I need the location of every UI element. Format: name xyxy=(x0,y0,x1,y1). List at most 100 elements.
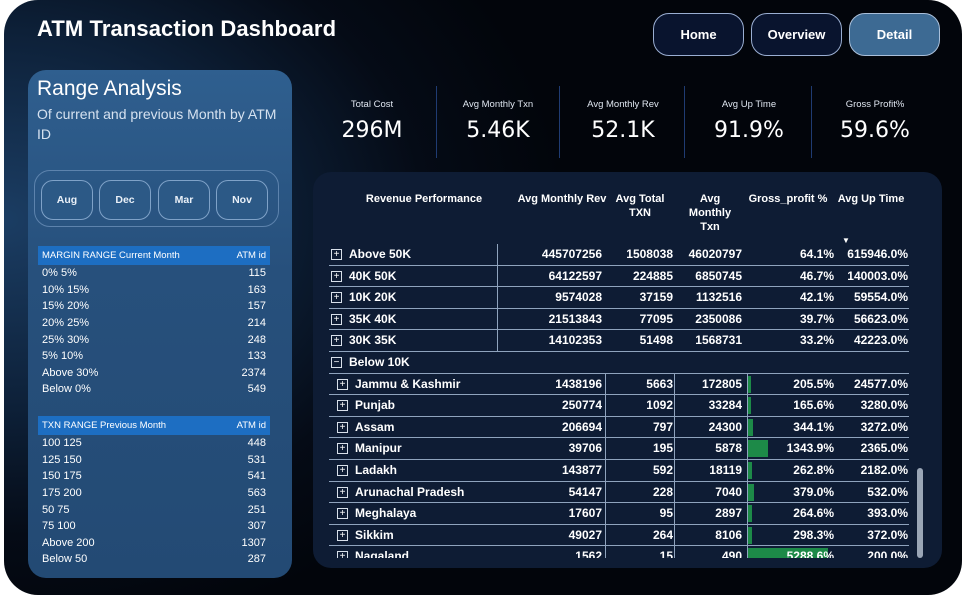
table-row[interactable]: + Ladakh 143877 592 18119 262.8% 2182.0% xyxy=(329,460,909,482)
range-row[interactable]: 75 100 307 xyxy=(38,518,270,535)
table-row[interactable]: + Assam 206694 797 24300 344.1% 3272.0% xyxy=(329,417,909,439)
range-row-value: 1307 xyxy=(241,536,266,549)
range-row[interactable]: 0% 5% 115 xyxy=(38,265,270,282)
avg-up-time-cell: 42223.0% xyxy=(853,333,908,348)
row-label: Arunachal Pradesh xyxy=(355,484,465,499)
expand-icon[interactable]: + xyxy=(337,443,348,455)
table-row[interactable]: + Arunachal Pradesh 54147 228 7040 379.0% 532.… xyxy=(329,482,909,504)
range-row-label: 0% 5% xyxy=(42,267,77,280)
kpi-label: Avg Up Time xyxy=(721,99,777,110)
month-button-nov[interactable]: Nov xyxy=(216,180,268,220)
table-row[interactable]: + Punjab 250774 1092 33284 165.6% 3280.0% xyxy=(329,395,909,417)
kpi-total-cost: Total Cost 296M xyxy=(312,90,432,158)
table-row[interactable]: + Sikkim 49027 264 8106 298.3% 372.0% xyxy=(329,525,909,547)
margin-range-header[interactable]: MARGIN RANGE Current Month ATM id xyxy=(38,246,270,265)
month-button-aug[interactable]: Aug xyxy=(41,180,93,220)
avg-monthly-txn-cell: 2897 xyxy=(715,506,742,521)
expand-icon[interactable]: + xyxy=(337,400,348,412)
month-button-dec[interactable]: Dec xyxy=(99,180,151,220)
avg-monthly-txn-cell: 1568731 xyxy=(695,333,742,348)
avg-total-txn-cell: 592 xyxy=(652,463,673,477)
range-row[interactable]: 125 150 531 xyxy=(38,452,270,469)
range-row[interactable]: 15% 20% 157 xyxy=(38,298,270,315)
expand-icon[interactable]: + xyxy=(337,551,348,558)
range-row[interactable]: 100 125 448 xyxy=(38,435,270,452)
table-row[interactable]: + Nagaland 1562 15 490 5288.6% 200.0% xyxy=(329,546,909,558)
range-row[interactable]: 5% 10% 133 xyxy=(38,348,270,365)
month-button-mar[interactable]: Mar xyxy=(158,180,210,220)
range-row[interactable]: Below 50 287 xyxy=(38,551,270,568)
group-row[interactable]: +10K 20K 9574028 37159 1132516 42.1% 59554.0% xyxy=(329,287,909,309)
avg-monthly-rev-cell: 17607 xyxy=(568,506,602,521)
expand-icon[interactable]: + xyxy=(331,313,342,325)
expand-icon[interactable]: + xyxy=(337,465,348,476)
table-row[interactable]: + Jammu & Kashmir 1438196 5663 172805 205.5% 2… xyxy=(329,374,909,396)
avg-total-txn-cell: 1508038 xyxy=(626,247,673,261)
gross-profit-cell: 205.5% xyxy=(793,376,834,391)
kpi-value: 59.6% xyxy=(840,118,910,143)
avg-up-time-cell: 56623.0% xyxy=(853,311,908,326)
range-row[interactable]: 175 200 563 xyxy=(38,485,270,502)
group-row[interactable]: + Above 50K 445707256 1508038 46020797 64.1% 6… xyxy=(329,244,909,266)
expand-icon[interactable]: + xyxy=(331,292,342,304)
page-title: ATM Transaction Dashboard xyxy=(37,16,337,41)
range-row[interactable]: 150 175 541 xyxy=(38,468,270,485)
detail-button[interactable]: Detail xyxy=(849,13,940,56)
range-row[interactable]: Above 200 1307 xyxy=(38,535,270,552)
revenue-table-body: + Above 50K 445707256 1508038 46020797 64.1% 6… xyxy=(329,244,909,558)
col-header-revenue-performance[interactable]: Revenue Performance xyxy=(339,192,509,206)
avg-monthly-txn-cell: 33284 xyxy=(708,398,742,413)
dashboard-frame: ATM Transaction Dashboard Home Overview … xyxy=(4,0,962,595)
expand-icon[interactable]: + xyxy=(331,270,342,282)
group-row[interactable]: +30K 35K 14102353 51498 1568731 33.2% 42223.0… xyxy=(329,330,909,352)
group-row[interactable]: +40K 50K 64122597 224885 6850745 46.7% 140003… xyxy=(329,266,909,288)
gross-profit-cell: 1343.9% xyxy=(786,441,834,456)
collapse-icon[interactable]: − xyxy=(331,357,342,368)
range-row-label: 150 175 xyxy=(42,470,82,483)
month-slicer: Aug Dec Mar Nov xyxy=(34,170,279,227)
col-header-avg-up-time[interactable]: Avg Up Time xyxy=(832,192,910,206)
home-button[interactable]: Home xyxy=(653,13,744,56)
range-row-value: 307 xyxy=(247,520,266,533)
overview-button[interactable]: Overview xyxy=(751,13,842,56)
range-row[interactable]: 25% 30% 248 xyxy=(38,331,270,348)
avg-monthly-rev-cell: 250774 xyxy=(561,398,602,413)
range-row-label: 25% 30% xyxy=(42,333,90,346)
col-header-avg-total-txn[interactable]: Avg Total TXN xyxy=(611,192,669,220)
range-row-value: 287 xyxy=(247,553,266,566)
margin-range-rows: 0% 5% 115 10% 15% 163 15% 20% 157 20% 25% 214 25… xyxy=(38,265,270,398)
row-label: Nagaland xyxy=(355,549,410,558)
row-label: Assam xyxy=(355,419,395,434)
kpi-divider xyxy=(811,86,812,158)
gross-profit-cell: 379.0% xyxy=(793,484,834,499)
expand-icon[interactable]: + xyxy=(337,508,348,520)
col-header-avg-monthly-rev[interactable]: Avg Monthly Rev xyxy=(517,192,607,206)
row-label: 40K 50K xyxy=(349,268,397,283)
expand-icon[interactable]: + xyxy=(331,249,342,260)
col-header-avg-monthly-txn[interactable]: Avg Monthly Txn xyxy=(682,192,738,234)
gross-profit-cell: 264.6% xyxy=(793,506,834,521)
avg-monthly-txn-cell: 490 xyxy=(721,549,742,558)
row-label: 35K 40K xyxy=(349,311,397,326)
table-scrollbar-thumb[interactable] xyxy=(917,468,923,558)
expand-icon[interactable]: + xyxy=(337,378,348,390)
range-row-label: 125 150 xyxy=(42,453,82,466)
expand-icon[interactable]: + xyxy=(337,421,348,433)
expand-icon[interactable]: + xyxy=(337,529,348,541)
col-header-gross-profit[interactable]: Gross_profit % xyxy=(747,192,829,206)
range-row[interactable]: 10% 15% 163 xyxy=(38,282,270,299)
kpi-label: Gross Profit% xyxy=(845,99,905,110)
range-row[interactable]: 20% 25% 214 xyxy=(38,315,270,332)
range-row[interactable]: Below 0% 549 xyxy=(38,381,270,398)
expand-icon[interactable]: + xyxy=(337,486,348,498)
expand-icon[interactable]: + xyxy=(331,335,342,347)
row-label: 30K 35K xyxy=(349,333,397,348)
group-row[interactable]: − Below 10K xyxy=(329,352,909,374)
gross-profit-cell: 298.3% xyxy=(793,527,834,542)
table-row[interactable]: + Meghalaya 17607 95 2897 264.6% 393.0% xyxy=(329,503,909,525)
table-row[interactable]: + Manipur 39706 195 5878 1343.9% 2365.0% xyxy=(329,438,909,460)
group-row[interactable]: +35K 40K 21513843 77095 2350086 39.7% 56623.0… xyxy=(329,309,909,331)
range-row[interactable]: Above 30% 2374 xyxy=(38,365,270,382)
range-row[interactable]: 50 75 251 xyxy=(38,501,270,518)
txn-range-header[interactable]: TXN RANGE Previous Month ATM id xyxy=(38,416,270,435)
